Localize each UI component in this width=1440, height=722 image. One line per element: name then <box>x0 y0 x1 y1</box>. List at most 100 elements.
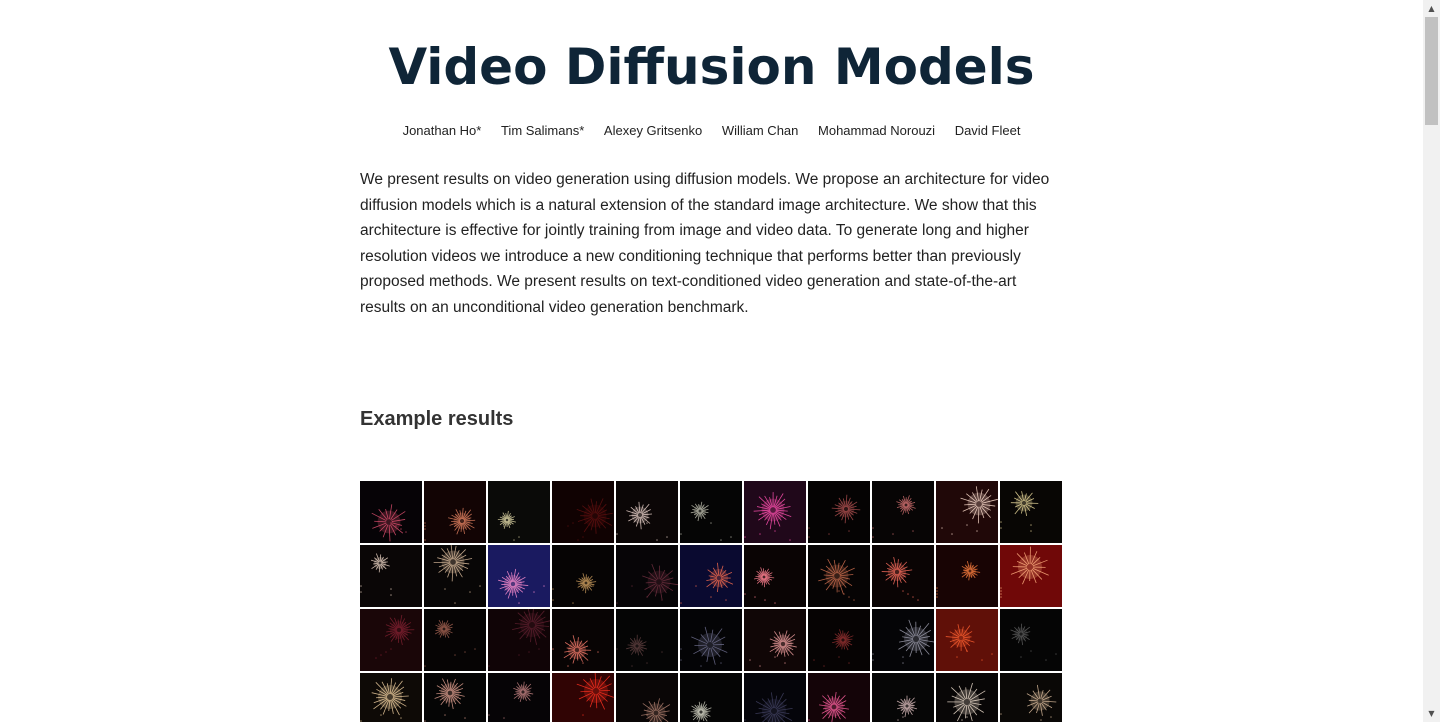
video-thumbnail <box>1000 481 1062 543</box>
video-thumbnail <box>552 673 614 722</box>
author-name: David Fleet <box>954 123 1021 138</box>
firework-image <box>552 635 599 667</box>
video-thumbnail <box>744 545 806 607</box>
video-thumbnail <box>488 481 550 543</box>
video-thumbnail <box>808 545 870 607</box>
scroll-down-icon[interactable]: ▼ <box>1423 705 1440 722</box>
video-thumbnail <box>808 673 870 722</box>
video-thumbnail <box>1000 609 1062 671</box>
section-heading: Example results <box>360 408 514 430</box>
firework-image <box>498 568 545 604</box>
firework-image <box>1010 623 1057 661</box>
firework-image <box>488 681 534 719</box>
video-thumbnail <box>936 673 998 722</box>
firework-image <box>818 558 855 601</box>
video-thumbnail <box>360 545 422 607</box>
firework-image <box>936 561 981 598</box>
video-thumbnail <box>744 673 806 722</box>
firework-image <box>552 573 597 604</box>
firework-image <box>947 682 986 722</box>
video-thumbnail <box>936 609 998 671</box>
video-thumbnail <box>360 481 422 543</box>
author-name: Alexey Gritsenko <box>603 123 703 138</box>
video-thumbnail <box>872 481 934 543</box>
firework-image <box>872 619 934 664</box>
vertical-scrollbar[interactable]: ▲ ▼ <box>1423 0 1440 722</box>
video-thumbnail <box>680 481 742 543</box>
author-name: Mohammad Norouzi <box>818 123 936 138</box>
video-thumbnail <box>744 609 806 671</box>
firework-image <box>680 562 734 604</box>
video-thumbnail <box>424 545 486 607</box>
video-thumbnail <box>616 609 678 671</box>
firework-image <box>576 673 614 716</box>
firework-image <box>616 563 678 604</box>
firework-image <box>424 678 466 722</box>
firework-image <box>360 553 392 596</box>
video-thumbnail <box>872 673 934 722</box>
video-gallery-grid <box>360 481 1062 722</box>
video-thumbnail <box>552 545 614 607</box>
scroll-up-icon[interactable]: ▲ <box>1423 0 1440 17</box>
abstract-paragraph: We present results on video generation u… <box>360 171 1050 316</box>
firework-image <box>1000 684 1057 721</box>
firework-image <box>488 609 550 667</box>
author-name: Jonathan Ho* <box>402 123 482 138</box>
firework-image <box>616 634 663 667</box>
firework-image <box>680 501 732 541</box>
video-thumbnail <box>1000 673 1062 722</box>
firework-image <box>744 567 776 604</box>
video-thumbnail <box>552 609 614 671</box>
firework-image <box>690 701 712 722</box>
firework-image <box>744 692 793 722</box>
firework-image <box>881 556 919 601</box>
video-thumbnail <box>936 545 998 607</box>
firework-image <box>813 629 854 667</box>
author-name: William Chan <box>721 123 799 138</box>
author-list: Jonathan Ho* Tim Salimans* Alexey Gritse… <box>0 122 1423 140</box>
page-title: Video Diffusion Models <box>388 38 1035 96</box>
firework-image <box>360 678 409 722</box>
firework-image <box>424 619 476 667</box>
video-thumbnail <box>424 673 486 722</box>
author-name: Tim Salimans* <box>500 123 585 138</box>
video-thumbnail <box>424 609 486 671</box>
video-thumbnail <box>360 609 422 671</box>
video-thumbnail <box>872 545 934 607</box>
page: Video Diffusion Models Jonathan Ho* Tim … <box>0 0 1423 722</box>
firework-image <box>375 614 415 659</box>
firework-image <box>497 510 520 541</box>
firework-image <box>616 501 668 541</box>
firework-image <box>941 486 998 535</box>
video-thumbnail <box>680 609 742 671</box>
firework-image <box>567 498 613 541</box>
video-thumbnail <box>872 609 934 671</box>
firework-image <box>808 692 849 722</box>
video-thumbnail <box>488 545 550 607</box>
firework-image <box>808 494 861 538</box>
scrollbar-thumb[interactable] <box>1425 17 1438 125</box>
firework-image <box>641 698 671 722</box>
firework-image <box>896 695 918 721</box>
video-thumbnail <box>936 481 998 543</box>
firework-image <box>371 504 407 542</box>
video-thumbnail <box>680 545 742 607</box>
video-thumbnail <box>488 673 550 722</box>
firework-image <box>872 495 916 538</box>
video-thumbnail <box>808 481 870 543</box>
firework-image <box>749 630 797 667</box>
video-thumbnail <box>360 673 422 722</box>
video-thumbnail <box>680 673 742 722</box>
video-thumbnail <box>616 673 678 722</box>
firework-image <box>744 492 792 541</box>
video-thumbnail <box>744 481 806 543</box>
video-thumbnail <box>1000 545 1062 607</box>
video-thumbnail <box>616 545 678 607</box>
firework-image <box>433 545 481 604</box>
video-thumbnail <box>808 609 870 671</box>
firework-image <box>945 624 993 661</box>
video-thumbnail <box>616 481 678 543</box>
firework-image <box>1000 546 1049 598</box>
video-thumbnail <box>552 481 614 543</box>
firework-image <box>424 507 476 541</box>
